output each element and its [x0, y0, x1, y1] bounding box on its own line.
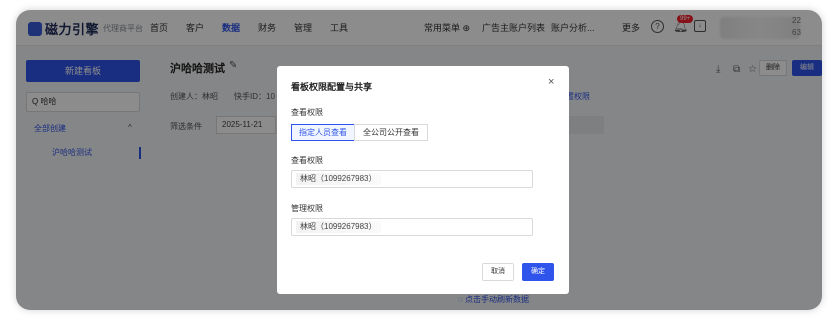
manage-permission-label: 管理权限 [291, 204, 323, 213]
confirm-button[interactable]: 确定 [522, 263, 554, 281]
manage-permission-select[interactable]: 林昭（1099267983） [291, 218, 533, 236]
view-permission-select[interactable]: 林昭（1099267983） [291, 170, 533, 188]
modal-title: 看板权限配置与共享 [291, 82, 373, 92]
manage-permission-user-tag[interactable]: 林昭（1099267983） [296, 221, 381, 233]
close-icon[interactable]: × [548, 76, 554, 88]
scope-public-option[interactable]: 全公司公开查看 [354, 124, 428, 141]
cancel-button[interactable]: 取消 [482, 263, 514, 281]
scope-specified-option[interactable]: 指定人员查看 [291, 124, 355, 141]
app-window: 磁力引擎 代理商平台 首页 客户 数据 财务 管理 工具 常用菜单 ⊕ 广告主账… [16, 10, 822, 310]
permission-modal: 看板权限配置与共享 × 查看权限 指定人员查看 全公司公开查看 查看权限 林昭（… [277, 66, 569, 294]
view-permission-label: 查看权限 [291, 156, 323, 165]
view-permission-user-tag[interactable]: 林昭（1099267983） [296, 173, 381, 185]
view-scope-label: 查看权限 [291, 108, 323, 117]
